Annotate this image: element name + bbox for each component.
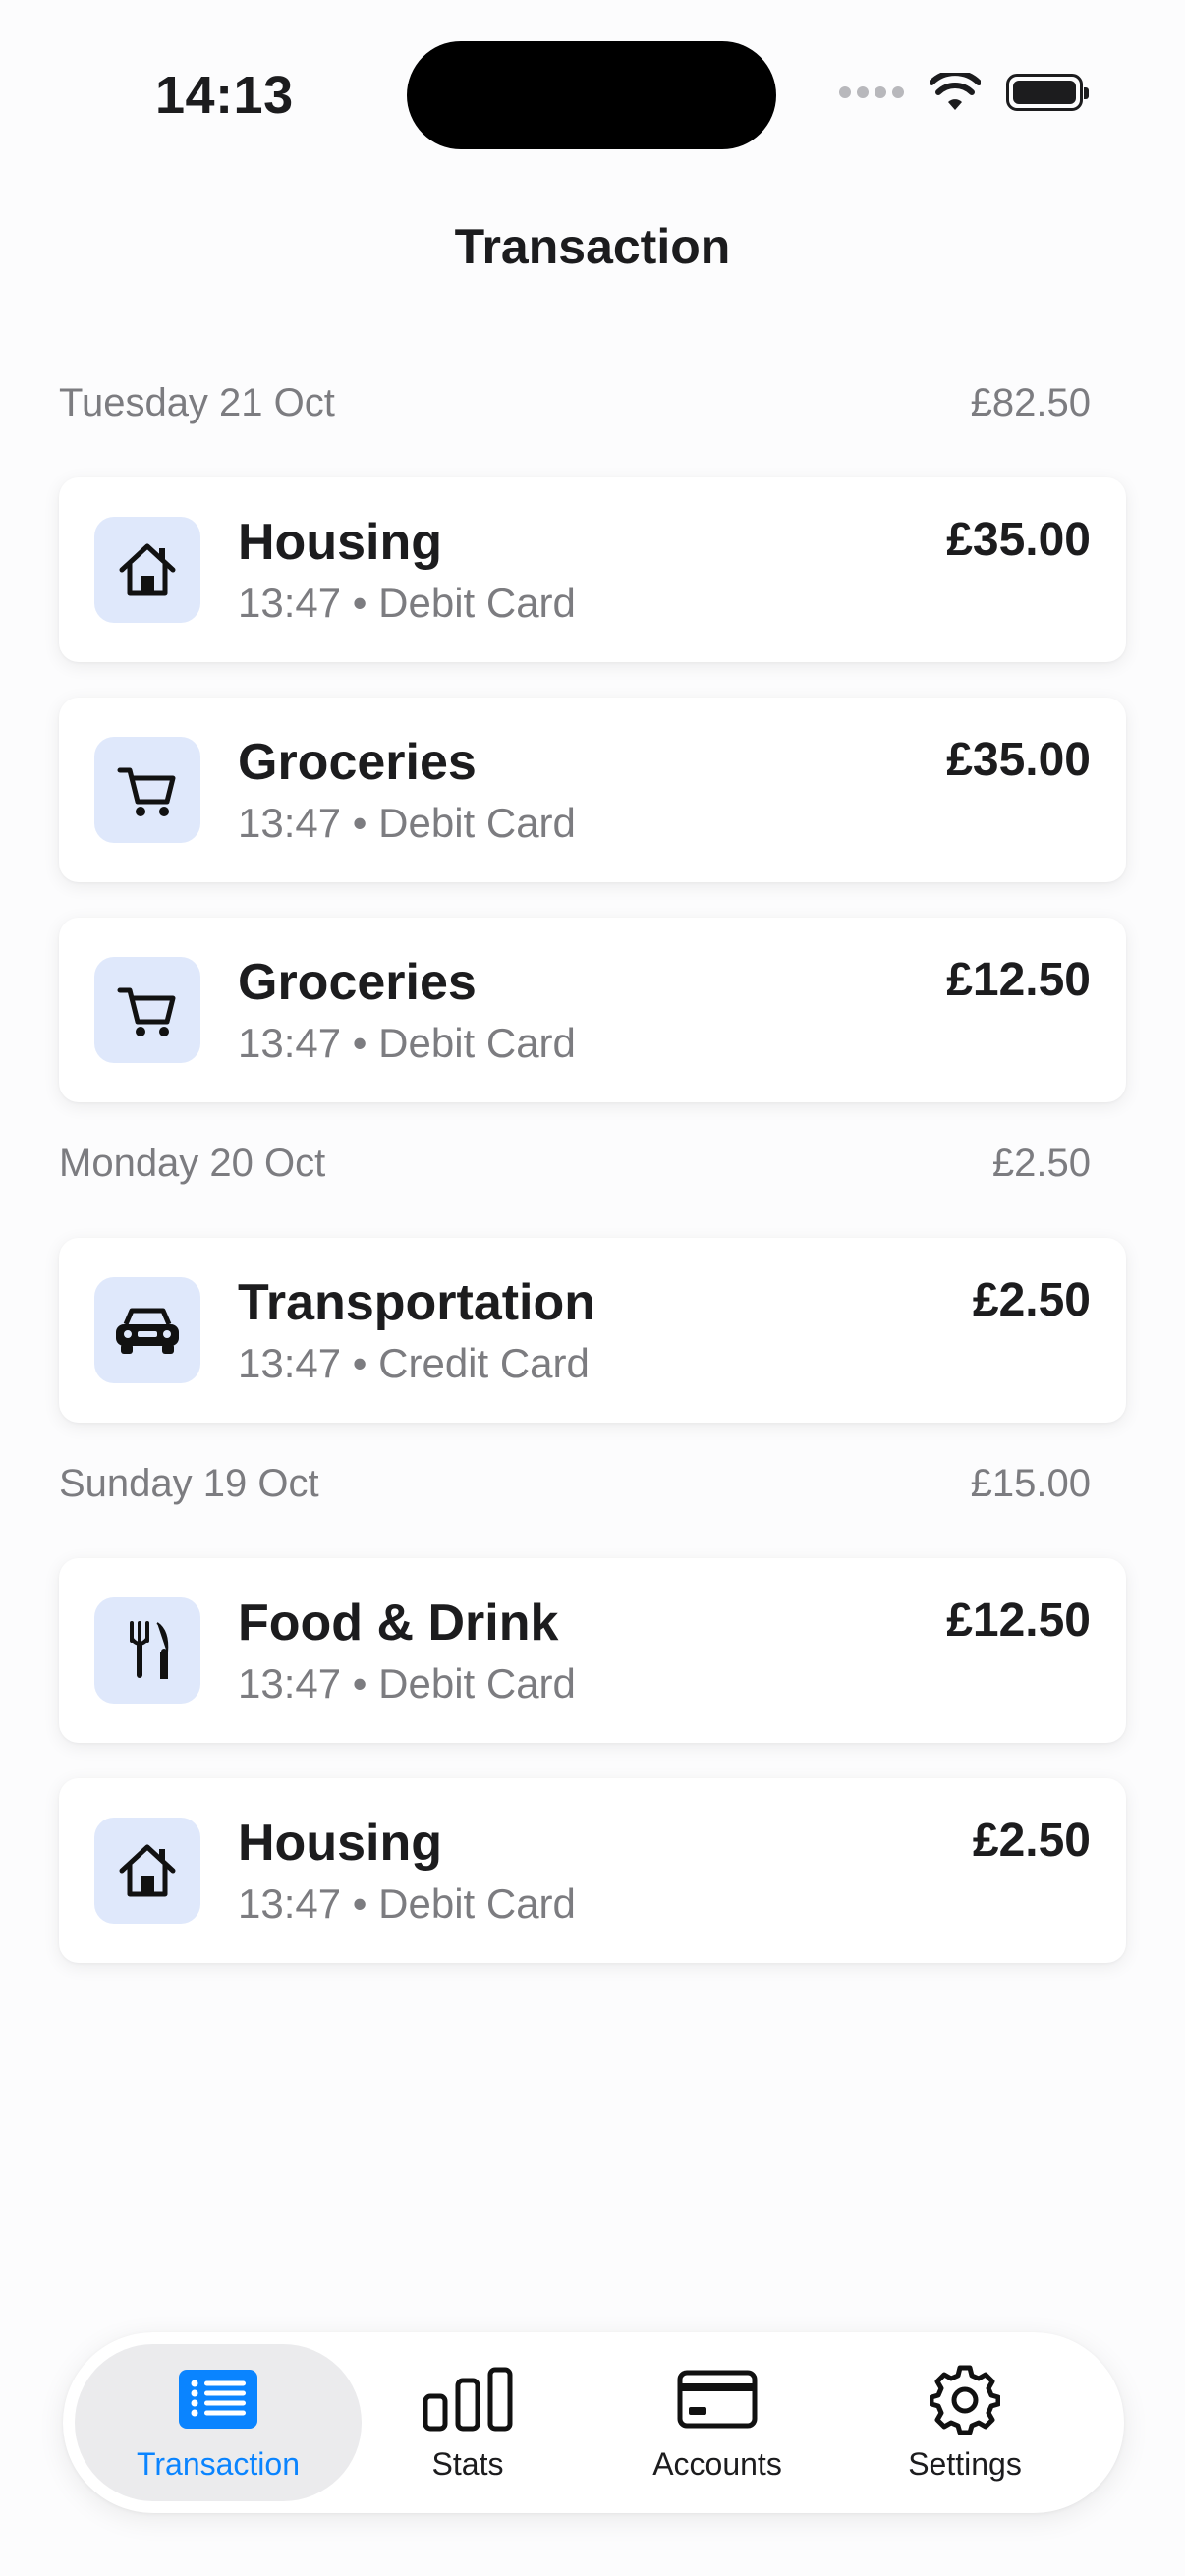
fork-knife-icon bbox=[94, 1597, 200, 1704]
transaction-row[interactable]: Housing 13:47 • Debit Card £35.00 bbox=[59, 477, 1126, 662]
transaction-row[interactable]: Housing 13:47 • Debit Card £2.50 bbox=[59, 1778, 1126, 1963]
section-header: Monday 20 Oct £2.50 bbox=[59, 1132, 1126, 1195]
category-name: Groceries bbox=[238, 954, 477, 1011]
section-total: £2.50 bbox=[991, 1141, 1091, 1185]
transaction-meta: 13:47 • Debit Card bbox=[238, 580, 576, 626]
category-name: Housing bbox=[238, 1815, 442, 1872]
credit-card-icon bbox=[677, 2364, 758, 2435]
transaction-meta: 13:47 • Debit Card bbox=[238, 1660, 576, 1707]
tab-settings[interactable]: Settings bbox=[821, 2344, 1108, 2501]
transaction-amount: £12.50 bbox=[946, 1595, 1091, 1647]
page-title: Transaction bbox=[454, 219, 731, 274]
category-name: Transportation bbox=[238, 1274, 596, 1331]
transaction-amount: £2.50 bbox=[972, 1815, 1091, 1867]
category-name: Groceries bbox=[238, 734, 477, 791]
transaction-meta: 13:47 • Debit Card bbox=[238, 1020, 576, 1066]
tab-label: Accounts bbox=[652, 2445, 782, 2482]
transaction-meta: 13:47 • Credit Card bbox=[238, 1340, 590, 1386]
battery-icon bbox=[1006, 74, 1089, 111]
tab-bar: Transaction Stats Accounts Settings bbox=[63, 2332, 1124, 2513]
transaction-meta: 13:47 • Debit Card bbox=[238, 800, 576, 846]
list-icon bbox=[179, 2364, 257, 2435]
transaction-amount: £35.00 bbox=[946, 734, 1091, 786]
transaction-amount: £2.50 bbox=[972, 1274, 1091, 1326]
section-total: £15.00 bbox=[970, 1461, 1091, 1505]
transaction-row[interactable]: Transportation 13:47 • Credit Card £2.50 bbox=[59, 1238, 1126, 1423]
transaction-list: Tuesday 21 Oct £82.50 Housing 13:47 • De… bbox=[59, 371, 1126, 1998]
transaction-meta: 13:47 • Debit Card bbox=[238, 1880, 576, 1927]
category-name: Food & Drink bbox=[238, 1595, 559, 1652]
status-time: 14:13 bbox=[155, 66, 294, 125]
transaction-amount: £35.00 bbox=[946, 514, 1091, 566]
cart-icon bbox=[94, 737, 200, 843]
tab-label: Transaction bbox=[137, 2445, 300, 2482]
transaction-amount: £12.50 bbox=[946, 954, 1091, 1006]
category-name: Housing bbox=[238, 514, 442, 571]
section-header: Tuesday 21 Oct £82.50 bbox=[59, 371, 1126, 434]
section-date: Sunday 19 Oct bbox=[59, 1461, 319, 1505]
house-icon bbox=[94, 517, 200, 623]
status-indicators bbox=[839, 73, 1089, 112]
tab-label: Settings bbox=[908, 2445, 1022, 2482]
transaction-row[interactable]: Groceries 13:47 • Debit Card £12.50 bbox=[59, 918, 1126, 1102]
wifi-icon bbox=[930, 73, 981, 110]
transaction-screen: 14:13 Transaction Tuesday 21 Oct £82.50 bbox=[0, 0, 1185, 2576]
cellular-signal-icon bbox=[839, 86, 904, 98]
tab-label: Stats bbox=[431, 2445, 504, 2482]
tab-transaction[interactable]: Transaction bbox=[75, 2344, 362, 2501]
section-date: Tuesday 21 Oct bbox=[59, 380, 335, 424]
house-icon bbox=[94, 1818, 200, 1924]
section-date: Monday 20 Oct bbox=[59, 1141, 326, 1185]
cart-icon bbox=[94, 957, 200, 1063]
gear-icon bbox=[930, 2364, 1000, 2435]
transaction-row[interactable]: Groceries 13:47 • Debit Card £35.00 bbox=[59, 698, 1126, 882]
tab-accounts[interactable]: Accounts bbox=[574, 2344, 861, 2501]
section-header: Sunday 19 Oct £15.00 bbox=[59, 1452, 1126, 1515]
section-total: £82.50 bbox=[970, 380, 1091, 424]
car-icon bbox=[94, 1277, 200, 1383]
dynamic-island bbox=[407, 41, 776, 149]
transaction-row[interactable]: Food & Drink 13:47 • Debit Card £12.50 bbox=[59, 1558, 1126, 1743]
bar-chart-icon bbox=[423, 2364, 513, 2435]
tab-stats[interactable]: Stats bbox=[324, 2344, 611, 2501]
